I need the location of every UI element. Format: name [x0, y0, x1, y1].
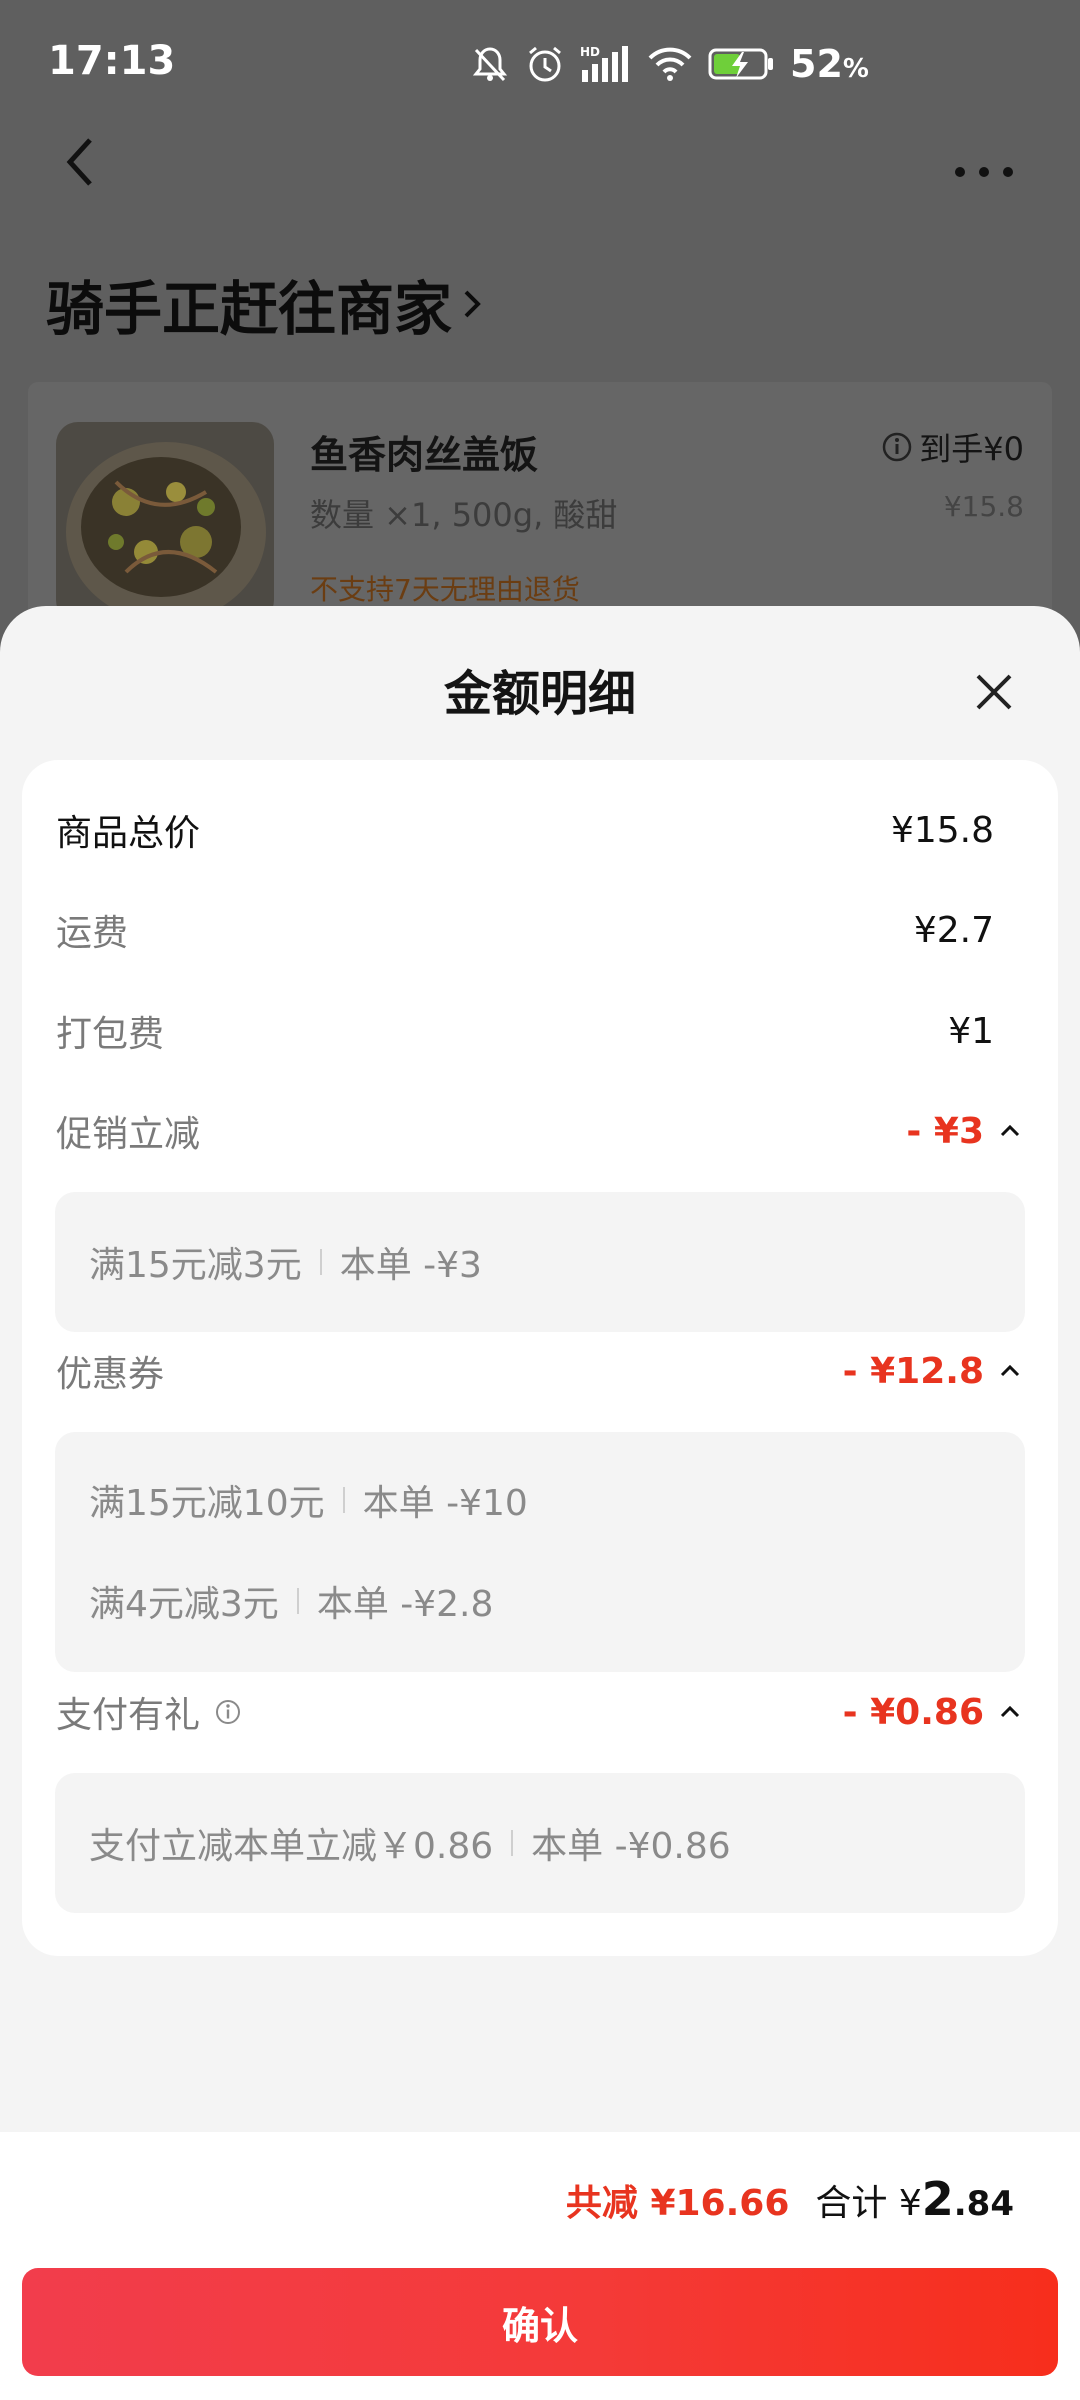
svg-text:HD: HD [580, 45, 600, 59]
total-decimal: .84 [953, 2184, 1014, 2224]
battery-level: 52% [790, 42, 869, 86]
order-item-card[interactable]: 鱼香肉丝盖饭 数量 ×1, 500g, 酸甜 不支持7天无理由退货 到手¥0 ¥… [28, 382, 1052, 642]
back-button[interactable] [58, 132, 106, 192]
final-price[interactable]: 到手¥0 [881, 424, 1024, 470]
payment-gift-detail-line: 支付立减本单立减￥0.86 本单 -¥0.86 [89, 1813, 731, 1873]
coupon-amount: - ¥12.8 [842, 1350, 984, 1392]
coupon-rule-1-amount: 本单 -¥10 [362, 1483, 528, 1524]
chevron-up-icon [1000, 1705, 1020, 1718]
food-image [56, 422, 274, 622]
coupon-rule-1: 满15元减10元 [89, 1483, 325, 1524]
battery-unit: % [842, 54, 869, 84]
coupon-detail-box: 满15元减10元 本单 -¥10 满4元减3元 本单 -¥2.8 [55, 1432, 1025, 1672]
wifi-icon [648, 47, 692, 81]
row-packing: 打包费 ¥1 [56, 1001, 1024, 1061]
promo-value: - ¥3 [906, 1111, 1024, 1152]
coupon-rule-2: 满4元减3元 [89, 1584, 279, 1625]
row-payment-gift[interactable]: 支付有礼 - ¥0.86 [56, 1682, 1024, 1742]
food-spec: 数量 ×1, 500g, 酸甜 [310, 496, 618, 534]
coupon-value: - ¥12.8 [843, 1351, 1024, 1392]
signal-icon: HD [580, 45, 628, 82]
promo-rule: 满15元减3元 [89, 1245, 302, 1286]
close-icon [976, 674, 1012, 710]
alarm-icon [529, 46, 561, 82]
amount-detail-sheet: 金额明细 商品总价 ¥15.8 运费 ¥2.7 打包费 ¥1 促销立减 - ¥3… [0, 606, 1080, 2400]
battery-charging-icon [708, 48, 773, 80]
footer-bar: 共减 ¥16.66 合计 ¥2.84 确认 [0, 2132, 1080, 2400]
payment-gift-amount: - ¥0.86 [842, 1691, 984, 1733]
status-bar: 17:13 HD 52% [0, 0, 1080, 130]
total-label: 合计 ¥ [815, 2183, 922, 2224]
food-name: 鱼香肉丝盖饭 [310, 433, 539, 477]
divider [296, 1588, 299, 1614]
info-icon[interactable] [214, 1698, 242, 1726]
total-reduction: 共减 ¥16.66 [565, 2183, 790, 2224]
payment-gift-rule: 支付立减本单立减￥0.86 [89, 1826, 494, 1867]
final-price-text: 到手¥0 [919, 430, 1024, 468]
totals: 共减 ¥16.66 合计 ¥2.84 [566, 2172, 1014, 2226]
original-price: ¥15.8 [943, 490, 1024, 523]
return-policy-notice: 不支持7天无理由退货 [310, 573, 580, 606]
shipping-label: 运费 [56, 913, 129, 954]
promo-detail-line: 满15元减3元 本单 -¥3 [89, 1232, 482, 1292]
packing-label: 打包费 [56, 1014, 165, 1055]
row-promo[interactable]: 促销立减 - ¥3 [56, 1101, 1024, 1161]
confirm-button[interactable]: 确认 [22, 2268, 1058, 2376]
promo-label: 促销立减 [56, 1114, 201, 1155]
coupon-rule-2-amount: 本单 -¥2.8 [316, 1584, 494, 1625]
order-status-title[interactable]: 骑手正赶往商家 [46, 262, 484, 346]
payment-gift-detail-box: 支付立减本单立减￥0.86 本单 -¥0.86 [55, 1773, 1025, 1913]
chevron-right-icon [464, 290, 481, 318]
close-button[interactable] [970, 668, 1018, 716]
payment-gift-value: - ¥0.86 [843, 1692, 1024, 1733]
promo-detail-box: 满15元减3元 本单 -¥3 [55, 1192, 1025, 1332]
more-icon [955, 167, 1013, 177]
chevron-left-icon [66, 138, 92, 186]
payment-gift-label-wrap: 支付有礼 [56, 1686, 242, 1738]
payment-gift-label: 支付有礼 [56, 1695, 201, 1736]
goods-total-label: 商品总价 [56, 813, 201, 854]
coupon-detail-line: 满15元减10元 本单 -¥10 [89, 1470, 528, 1530]
divider [319, 1249, 322, 1275]
row-goods-total: 商品总价 ¥15.8 [56, 800, 1024, 860]
battery-percent: 52 [790, 42, 843, 86]
total-integer: 2 [921, 2172, 954, 2226]
chevron-up-icon [1000, 1124, 1020, 1137]
total-amount: 合计 ¥2.84 [815, 2172, 1014, 2226]
divider [342, 1487, 345, 1513]
divider [511, 1830, 514, 1856]
mute-bell-icon [472, 47, 508, 82]
chevron-up-icon [1000, 1364, 1020, 1377]
row-shipping: 运费 ¥2.7 [56, 900, 1024, 960]
shipping-value: ¥2.7 [913, 909, 994, 951]
promo-rule-amount: 本单 -¥3 [339, 1245, 482, 1286]
goods-total-value: ¥15.8 [890, 809, 994, 851]
info-icon [883, 432, 912, 462]
coupon-detail-line: 满4元减3元 本单 -¥2.8 [89, 1571, 493, 1631]
status-time: 17:13 [48, 38, 176, 84]
amount-detail-card: 商品总价 ¥15.8 运费 ¥2.7 打包费 ¥1 促销立减 - ¥3 满15元… [22, 760, 1058, 1956]
row-coupon[interactable]: 优惠券 - ¥12.8 [56, 1341, 1024, 1401]
coupon-label: 优惠券 [56, 1354, 165, 1395]
payment-gift-rule-amount: 本单 -¥0.86 [531, 1826, 731, 1867]
promo-amount: - ¥3 [906, 1110, 984, 1152]
order-status-text: 骑手正赶往商家 [46, 275, 453, 343]
more-button[interactable] [952, 150, 1016, 190]
packing-value: ¥1 [948, 1010, 994, 1052]
sheet-title: 金额明细 [443, 666, 636, 722]
status-icons: HD 52% [470, 36, 869, 92]
